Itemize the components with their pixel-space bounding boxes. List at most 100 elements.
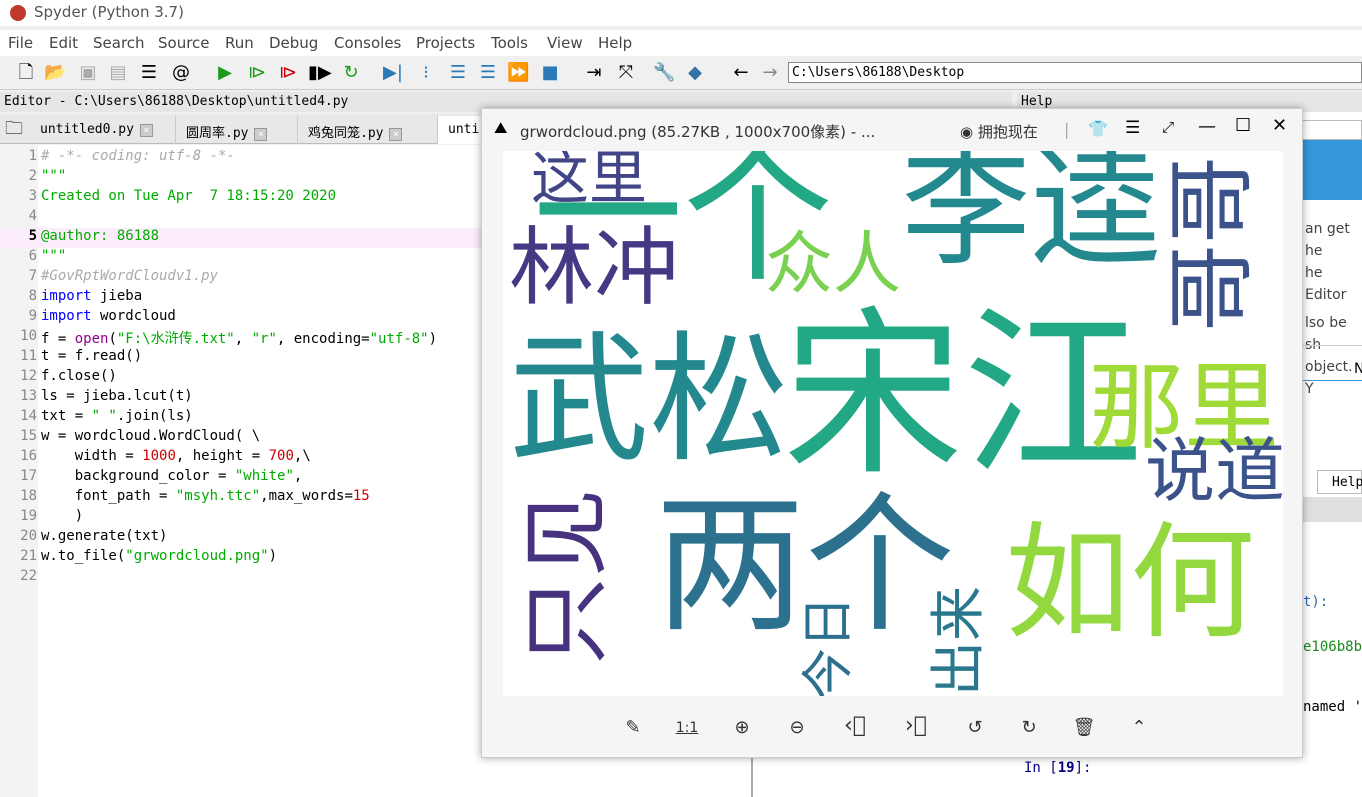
menu-file[interactable]: File xyxy=(8,34,33,52)
actual-size-button[interactable]: 1:1 xyxy=(673,720,701,736)
browse-tabs-icon[interactable]: 🗀 xyxy=(3,118,25,140)
menu-edit[interactable]: Edit xyxy=(49,34,78,52)
tab-jitutonglong[interactable]: 鸡兔同笼.py × xyxy=(298,116,438,144)
code-text: txt = " ".join(ls) xyxy=(41,408,193,424)
code-text: ls = jieba.lcut(t) xyxy=(41,388,193,404)
title-bar: Spyder (Python 3.7) xyxy=(0,0,1362,26)
line-number: 11 xyxy=(20,348,37,364)
minimize-icon[interactable]: — xyxy=(1198,116,1216,137)
app-title: Spyder (Python 3.7) xyxy=(34,3,184,21)
working-directory-input[interactable]: C:\Users\86188\Desktop xyxy=(788,62,1362,83)
line-number: 6 xyxy=(28,248,37,264)
zoom-out-icon[interactable]: ⊖ xyxy=(783,717,811,738)
outline-icon[interactable]: ☰ xyxy=(138,62,160,84)
forward-icon[interactable]: → xyxy=(759,62,781,84)
close-tab-icon[interactable]: × xyxy=(254,128,268,141)
line-number: 5 xyxy=(28,228,37,244)
promo-button[interactable]: ◉ 拥抱现在 xyxy=(960,121,1038,142)
code-text: Created on Tue Apr 7 18:15:20 2020 xyxy=(41,188,337,204)
debug-icon[interactable]: ▶| xyxy=(382,62,404,84)
at-icon[interactable]: @ xyxy=(170,62,192,84)
step-into-icon[interactable]: ☰ xyxy=(447,62,469,84)
spyder-logo-icon xyxy=(10,5,26,21)
console-line: e106b8b xyxy=(1303,639,1362,655)
back-icon[interactable]: ← xyxy=(730,62,752,84)
help-line: an get he xyxy=(1305,221,1350,259)
code-text: import wordcloud xyxy=(41,308,176,324)
line-number: 17 xyxy=(20,468,37,484)
tab-untitled0[interactable]: untitled0.py × xyxy=(30,116,176,144)
tab-label: 圆周率.py xyxy=(186,126,249,141)
edit-icon[interactable]: ✎ xyxy=(619,717,647,738)
word-13: 今日 xyxy=(799,595,859,696)
help-banner xyxy=(1303,140,1362,200)
menu-consoles[interactable]: Consoles xyxy=(334,34,401,52)
line-number: 18 xyxy=(20,488,37,504)
tab-yuanzhoulv[interactable]: 圆周率.py × xyxy=(176,116,298,144)
python-icon[interactable]: ◆ xyxy=(684,62,706,84)
line-number: 2 xyxy=(28,168,37,184)
code-text: f.close() xyxy=(41,368,117,384)
maximize-pane-icon[interactable]: ⇥ xyxy=(583,62,605,84)
menu-icon[interactable]: ☰ xyxy=(1125,118,1140,138)
zoom-in-icon[interactable]: ⊕ xyxy=(728,717,756,738)
code-text: w.generate(txt) xyxy=(41,528,168,544)
continue-icon[interactable]: ⏩ xyxy=(507,62,529,84)
skin-icon[interactable]: 👕 xyxy=(1088,119,1108,138)
image-viewer-window: ⛰ grwordcloud.png (85.27KB , 1000x700像素)… xyxy=(481,108,1303,758)
fullscreen-icon[interactable]: ⤧ xyxy=(615,62,637,84)
editor-scroll-area xyxy=(752,758,1017,797)
save-all-icon[interactable]: ▤ xyxy=(107,62,129,84)
rotate-left-icon[interactable]: ↺ xyxy=(961,717,989,738)
run-cell-icon[interactable]: ⧐ xyxy=(246,62,268,84)
help-line: he Editor xyxy=(1305,265,1347,303)
stop-icon[interactable]: ■ xyxy=(539,62,561,84)
previous-icon[interactable]: ‹⃝ xyxy=(841,713,869,738)
prompt-text: In [ xyxy=(1024,760,1058,776)
run-icon[interactable]: ▶ xyxy=(214,62,236,84)
code-text: w.to_file("grwordcloud.png") xyxy=(41,548,278,564)
new-file-icon[interactable]: 🗋 xyxy=(15,62,37,84)
rotate-right-icon[interactable]: ↻ xyxy=(1015,717,1043,738)
menu-tools[interactable]: Tools xyxy=(491,34,528,52)
promo-label: 拥抱现在 xyxy=(977,123,1038,141)
line-number: 12 xyxy=(20,368,37,384)
close-tab-icon[interactable]: × xyxy=(389,128,403,141)
menu-run[interactable]: Run xyxy=(225,34,254,52)
word-7: 武松 xyxy=(509,319,790,482)
step-icon[interactable]: ⁝ xyxy=(415,62,437,84)
menu-view[interactable]: View xyxy=(547,34,583,52)
menu-bar: File Edit Search Source Run Debug Consol… xyxy=(0,30,1362,56)
menu-search[interactable]: Search xyxy=(93,34,145,52)
more-icon[interactable]: ⌃ xyxy=(1125,717,1153,738)
menu-help[interactable]: Help xyxy=(598,34,632,52)
rerun-icon[interactable]: ↻ xyxy=(340,62,362,84)
console-header xyxy=(1303,497,1362,522)
close-icon[interactable]: ✕ xyxy=(1272,115,1287,136)
menu-projects[interactable]: Projects xyxy=(416,34,475,52)
console-line: named ' xyxy=(1303,699,1362,715)
code-text: width = 1000, height = 700,\ xyxy=(41,448,311,464)
run-selection-icon[interactable]: ▮▶ xyxy=(308,62,332,84)
fullscreen-icon[interactable]: ⤢ xyxy=(1162,118,1174,136)
tab-help[interactable]: Help xyxy=(1317,470,1362,494)
console-prompt[interactable]: In [19]: xyxy=(1024,760,1091,776)
next-icon[interactable]: ›⃝ xyxy=(902,713,930,738)
delete-icon[interactable]: 🗑 xyxy=(1070,717,1098,738)
wrench-icon[interactable]: 🔧 xyxy=(653,62,675,84)
maximize-icon[interactable]: ☐ xyxy=(1235,115,1251,136)
step-return-icon[interactable]: ☰ xyxy=(477,62,499,84)
viewer-title: grwordcloud.png (85.27KB , 1000x700像素) -… xyxy=(520,123,876,141)
close-tab-icon[interactable]: × xyxy=(139,124,153,137)
line-number: 3 xyxy=(28,188,37,204)
line-number: 13 xyxy=(20,388,37,404)
menu-debug[interactable]: Debug xyxy=(269,34,318,52)
menu-source[interactable]: Source xyxy=(158,34,210,52)
help-n-label: N xyxy=(1354,361,1362,377)
save-icon[interactable]: ▣ xyxy=(77,62,99,84)
word-3: 李逵 xyxy=(901,151,1162,284)
run-cell-advance-icon[interactable]: ⧐ xyxy=(277,62,299,84)
prompt-text: ]: xyxy=(1074,760,1092,776)
open-icon[interactable]: 📂 xyxy=(44,62,66,84)
word-15: 如何 xyxy=(1005,511,1255,656)
